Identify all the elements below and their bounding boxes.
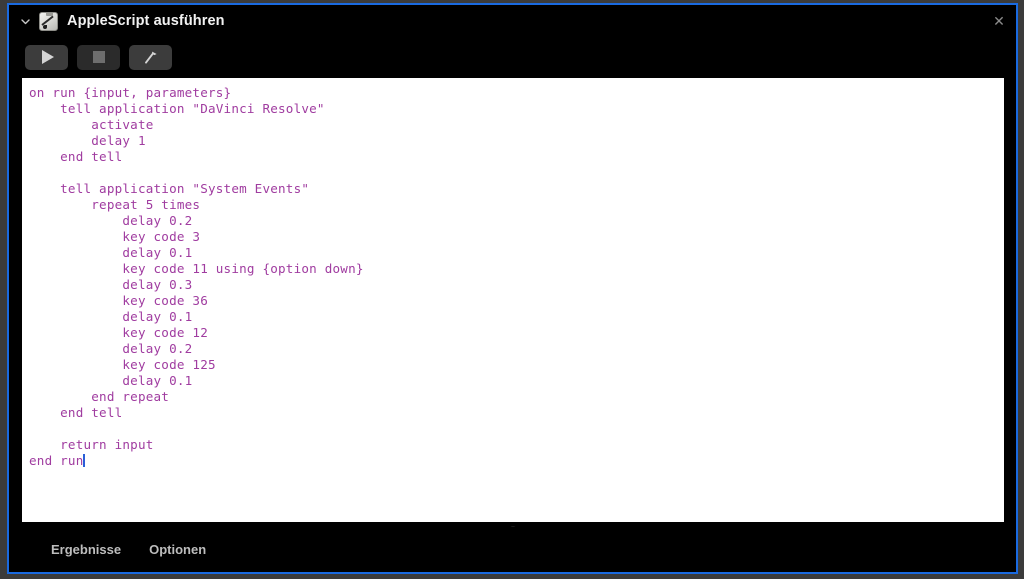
chevron-down-icon[interactable] — [16, 12, 34, 30]
stop-button[interactable] — [77, 44, 120, 70]
hammer-icon — [145, 51, 157, 64]
script-source-text: on run {input, parameters} tell applicat… — [29, 85, 364, 468]
text-caret — [83, 454, 86, 467]
run-button[interactable] — [25, 44, 68, 70]
script-source[interactable]: on run {input, parameters} tell applicat… — [22, 78, 1004, 469]
editor-toolbar — [9, 37, 1016, 77]
applescript-icon — [39, 11, 58, 31]
results-tab[interactable]: Ergebnisse — [51, 542, 121, 557]
page-title: AppleScript ausführen — [67, 13, 225, 29]
options-tab[interactable]: Optionen — [149, 542, 206, 557]
bottom-bar: Ergebnisse Optionen — [9, 527, 1016, 572]
compile-button[interactable] — [129, 44, 172, 70]
stop-icon — [92, 51, 105, 63]
play-icon — [42, 50, 54, 64]
close-icon[interactable]: ✕ — [991, 14, 1007, 30]
code-editor[interactable]: on run {input, parameters} tell applicat… — [22, 78, 1004, 522]
window-titlebar: AppleScript ausführen ✕ — [9, 5, 1016, 37]
applescript-action-window: AppleScript ausführen ✕ on run {input, p… — [7, 3, 1018, 574]
